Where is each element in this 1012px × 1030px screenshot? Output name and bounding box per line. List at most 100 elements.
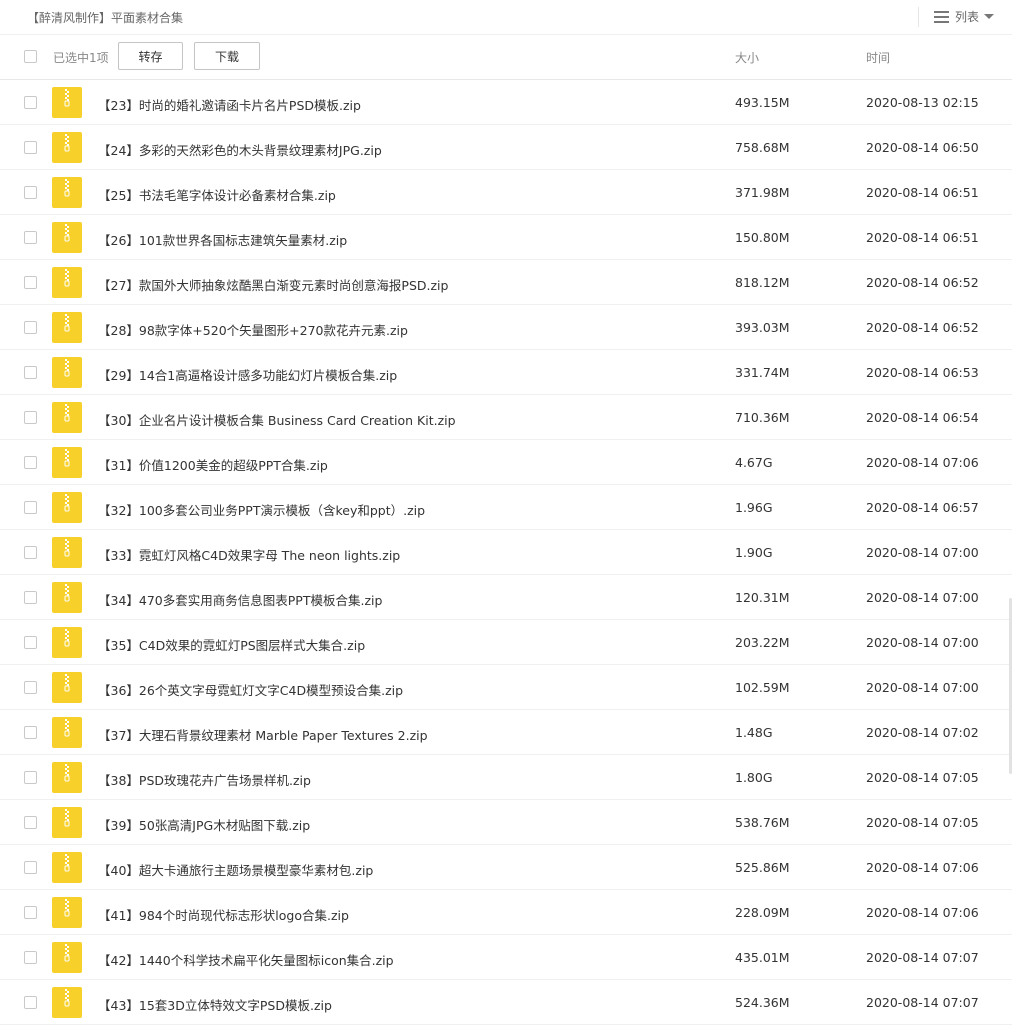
file-time: 2020-08-14 07:02	[866, 725, 979, 740]
file-row[interactable]: 【31】价值1200美金的超级PPT合集.zip 4.67G 2020-08-14 …	[0, 440, 1012, 485]
file-row[interactable]: 【34】470多套实用商务信息图表PPT模板合集.zip 120.31M 2020-…	[0, 575, 1012, 620]
row-checkbox[interactable]	[24, 141, 37, 154]
row-checkbox[interactable]	[24, 231, 37, 244]
zip-file-icon	[52, 222, 82, 253]
row-checkbox[interactable]	[24, 951, 37, 964]
file-list: 【23】时尚的婚礼邀请函卡片名片PSD模板.zip 493.15M 2020-08-…	[0, 80, 1012, 1025]
file-row[interactable]: 【30】企业名片设计模板合集 Business Card Creation Ki…	[0, 395, 1012, 440]
file-row[interactable]: 【25】书法毛笔字体设计必备素材合集.zip 371.98M 2020-08-14 …	[0, 170, 1012, 215]
file-row[interactable]: 【36】26个英文字母霓虹灯文字C4D模型预设合集.zip 102.59M 2020…	[0, 665, 1012, 710]
file-time: 2020-08-14 07:00	[866, 635, 979, 650]
row-checkbox[interactable]	[24, 276, 37, 289]
file-row[interactable]: 【38】PSD玫瑰花卉广告场景样机.zip 1.80G 2020-08-14 07:…	[0, 755, 1012, 800]
file-row[interactable]: 【29】14合1高逼格设计感多功能幻灯片模板合集.zip 331.74M 2020-…	[0, 350, 1012, 395]
file-row[interactable]: 【33】霓虹灯风格C4D效果字母 The neon lights.zip 1.90…	[0, 530, 1012, 575]
row-checkbox[interactable]	[24, 996, 37, 1009]
list-icon	[934, 10, 949, 23]
zip-file-icon	[52, 357, 82, 388]
file-size: 818.12M	[735, 275, 790, 290]
file-time: 2020-08-14 06:52	[866, 320, 979, 335]
file-name[interactable]: 【43】15套3D立体特效文字PSD模板.zip	[98, 995, 332, 1014]
file-name[interactable]: 【31】价值1200美金的超级PPT合集.zip	[98, 455, 328, 474]
file-name[interactable]: 【28】98款字体+520个矢量图形+270款花卉元素.zip	[98, 320, 408, 339]
file-row[interactable]: 【35】C4D效果的霓虹灯PS图层样式大集合.zip 203.22M 2020-08…	[0, 620, 1012, 665]
zip-file-icon	[52, 312, 82, 343]
file-time: 2020-08-14 07:07	[866, 950, 979, 965]
file-name[interactable]: 【30】企业名片设计模板合集 Business Card Creation Ki…	[98, 410, 456, 429]
row-checkbox[interactable]	[24, 186, 37, 199]
transfer-button[interactable]: 转存	[118, 42, 183, 70]
file-name[interactable]: 【29】14合1高逼格设计感多功能幻灯片模板合集.zip	[98, 365, 397, 384]
file-row[interactable]: 【24】多彩的天然彩色的木头背景纹理素材JPG.zip 758.68M 2020-0…	[0, 125, 1012, 170]
zip-file-icon	[52, 852, 82, 883]
file-row[interactable]: 【42】1440个科学技术扁平化矢量图标icon集合.zip 435.01M 202…	[0, 935, 1012, 980]
file-name[interactable]: 【27】款国外大师抽象炫酷黑白渐变元素时尚创意海报PSD.zip	[98, 275, 448, 294]
file-row[interactable]: 【37】大理石背景纹理素材 Marble Paper Textures 2.zi…	[0, 710, 1012, 755]
zip-file-icon	[52, 717, 82, 748]
zip-file-icon	[52, 87, 82, 118]
row-checkbox[interactable]	[24, 726, 37, 739]
file-row[interactable]: 【27】款国外大师抽象炫酷黑白渐变元素时尚创意海报PSD.zip 818.12M 2…	[0, 260, 1012, 305]
file-name[interactable]: 【41】984个时尚现代标志形状logo合集.zip	[98, 905, 349, 924]
row-checkbox[interactable]	[24, 861, 37, 874]
file-time: 2020-08-14 06:53	[866, 365, 979, 380]
file-name[interactable]: 【26】101款世界各国标志建筑矢量素材.zip	[98, 230, 347, 249]
row-checkbox[interactable]	[24, 366, 37, 379]
file-row[interactable]: 【41】984个时尚现代标志形状logo合集.zip 228.09M 2020-08…	[0, 890, 1012, 935]
zip-file-icon	[52, 447, 82, 478]
row-checkbox[interactable]	[24, 546, 37, 559]
file-name[interactable]: 【24】多彩的天然彩色的木头背景纹理素材JPG.zip	[98, 140, 382, 159]
file-name[interactable]: 【38】PSD玫瑰花卉广告场景样机.zip	[98, 770, 311, 789]
row-checkbox[interactable]	[24, 501, 37, 514]
row-checkbox[interactable]	[24, 456, 37, 469]
file-time: 2020-08-14 07:00	[866, 545, 979, 560]
time-column-header[interactable]: 时间	[866, 49, 890, 66]
file-size: 203.22M	[735, 635, 790, 650]
file-row[interactable]: 【40】超大卡通旅行主题场景模型豪华素材包.zip 525.86M 2020-08-…	[0, 845, 1012, 890]
file-row[interactable]: 【28】98款字体+520个矢量图形+270款花卉元素.zip 393.03M 20…	[0, 305, 1012, 350]
row-checkbox[interactable]	[24, 411, 37, 424]
file-name[interactable]: 【25】书法毛笔字体设计必备素材合集.zip	[98, 185, 336, 204]
row-checkbox[interactable]	[24, 96, 37, 109]
file-name[interactable]: 【37】大理石背景纹理素材 Marble Paper Textures 2.zi…	[98, 725, 428, 744]
row-checkbox[interactable]	[24, 816, 37, 829]
zip-file-icon	[52, 627, 82, 658]
file-row[interactable]: 【43】15套3D立体特效文字PSD模板.zip 524.36M 2020-08-1…	[0, 980, 1012, 1025]
row-checkbox[interactable]	[24, 681, 37, 694]
row-checkbox[interactable]	[24, 591, 37, 604]
file-name[interactable]: 【42】1440个科学技术扁平化矢量图标icon集合.zip	[98, 950, 394, 969]
file-name[interactable]: 【40】超大卡通旅行主题场景模型豪华素材包.zip	[98, 860, 373, 879]
zip-file-icon	[52, 672, 82, 703]
file-name[interactable]: 【33】霓虹灯风格C4D效果字母 The neon lights.zip	[98, 545, 400, 564]
file-size: 393.03M	[735, 320, 790, 335]
file-size: 1.80G	[735, 770, 773, 785]
file-name[interactable]: 【35】C4D效果的霓虹灯PS图层样式大集合.zip	[98, 635, 365, 654]
row-checkbox[interactable]	[24, 636, 37, 649]
selection-count: 已选中1项	[53, 51, 109, 65]
file-name[interactable]: 【36】26个英文字母霓虹灯文字C4D模型预设合集.zip	[98, 680, 403, 699]
download-button[interactable]: 下载	[194, 42, 260, 70]
size-column-header[interactable]: 大小	[735, 49, 759, 66]
file-row[interactable]: 【23】时尚的婚礼邀请函卡片名片PSD模板.zip 493.15M 2020-08-…	[0, 80, 1012, 125]
file-row[interactable]: 【32】100多套公司业务PPT演示模板（含key和ppt）.zip 1.96G 2…	[0, 485, 1012, 530]
file-name[interactable]: 【39】50张高清JPG木材贴图下载.zip	[98, 815, 310, 834]
file-name[interactable]: 【32】100多套公司业务PPT演示模板（含key和ppt）.zip	[98, 500, 425, 519]
file-name[interactable]: 【23】时尚的婚礼邀请函卡片名片PSD模板.zip	[98, 95, 361, 114]
file-time: 2020-08-14 06:54	[866, 410, 979, 425]
row-checkbox[interactable]	[24, 321, 37, 334]
zip-file-icon	[52, 267, 82, 298]
file-row[interactable]: 【26】101款世界各国标志建筑矢量素材.zip 150.80M 2020-08-1…	[0, 215, 1012, 260]
file-size: 493.15M	[735, 95, 790, 110]
select-all-checkbox[interactable]	[24, 50, 37, 63]
file-size: 710.36M	[735, 410, 790, 425]
file-size: 1.48G	[735, 725, 773, 740]
breadcrumb[interactable]: 【醉清风制作】平面素材合集	[27, 9, 183, 26]
row-checkbox[interactable]	[24, 906, 37, 919]
row-checkbox[interactable]	[24, 771, 37, 784]
view-mode-toggle[interactable]: 列表	[934, 8, 995, 25]
file-row[interactable]: 【39】50张高清JPG木材贴图下载.zip 538.76M 2020-08-14 …	[0, 800, 1012, 845]
file-time: 2020-08-14 07:07	[866, 995, 979, 1010]
list-header: 已选中1项 转存 下载 大小 时间	[0, 35, 1012, 80]
file-name[interactable]: 【34】470多套实用商务信息图表PPT模板合集.zip	[98, 590, 382, 609]
zip-file-icon	[52, 177, 82, 208]
